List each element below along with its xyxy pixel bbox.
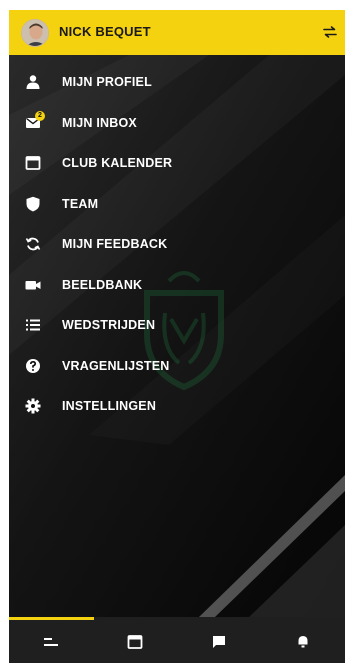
menu-item-vragenlijsten[interactable]: VRAGENLIJSTEN (9, 346, 345, 387)
menu-item-label: MIJN FEEDBACK (62, 237, 168, 251)
bottom-tab-bar (9, 617, 345, 663)
menu-item-label: CLUB KALENDER (62, 156, 173, 170)
avatar[interactable] (21, 19, 49, 47)
menu-item-mijn-profiel[interactable]: MIJN PROFIEL (9, 62, 345, 103)
menu-item-label: MIJN PROFIEL (62, 75, 152, 89)
menu-item-beeldbank[interactable]: BEELDBANK (9, 265, 345, 306)
tab-notifications[interactable] (261, 620, 345, 663)
menu-item-club-kalender[interactable]: CLUB KALENDER (9, 143, 345, 184)
menu-icon (44, 638, 58, 646)
user-header[interactable]: NICK BEQUET (9, 10, 345, 55)
menu-item-label: MIJN INBOX (62, 115, 137, 130)
person-icon (25, 74, 41, 90)
gear-icon (25, 398, 41, 414)
swap-icon[interactable] (323, 25, 337, 39)
bell-icon (298, 636, 308, 648)
menu-item-label: BEELDBANK (62, 277, 143, 292)
tab-calendar[interactable] (93, 620, 177, 663)
menu-item-mijn-inbox[interactable]: 2 MIJN INBOX (9, 103, 345, 144)
app-screen: NICK BEQUET MIJN PROFIEL 2 MIJN INBOX CL… (9, 10, 345, 663)
inbox-badge: 2 (35, 110, 45, 121)
menu-item-wedstrijden[interactable]: WEDSTRIJDEN (9, 305, 345, 346)
video-icon (25, 277, 41, 293)
shield-icon (25, 196, 41, 212)
menu-item-label: TEAM (62, 196, 99, 211)
tab-chat[interactable] (177, 620, 261, 663)
chat-icon (213, 636, 225, 648)
list-icon (25, 317, 41, 333)
menu-item-label: INSTELLINGEN (62, 399, 157, 413)
question-icon (25, 358, 41, 374)
calendar-icon (127, 635, 143, 649)
menu-item-label: WEDSTRIJDEN (62, 318, 156, 332)
side-menu: MIJN PROFIEL 2 MIJN INBOX CLUB KALENDER … (9, 62, 345, 427)
menu-item-label: VRAGENLIJSTEN (62, 358, 170, 373)
tab-menu[interactable] (9, 620, 93, 663)
calendar-icon (25, 155, 41, 171)
menu-item-team[interactable]: TEAM (9, 184, 345, 225)
refresh-icon (25, 236, 41, 252)
menu-item-mijn-feedback[interactable]: MIJN FEEDBACK (9, 224, 345, 265)
user-name: NICK BEQUET (59, 24, 151, 39)
menu-item-instellingen[interactable]: INSTELLINGEN (9, 386, 345, 427)
mail-icon: 2 (25, 110, 45, 131)
